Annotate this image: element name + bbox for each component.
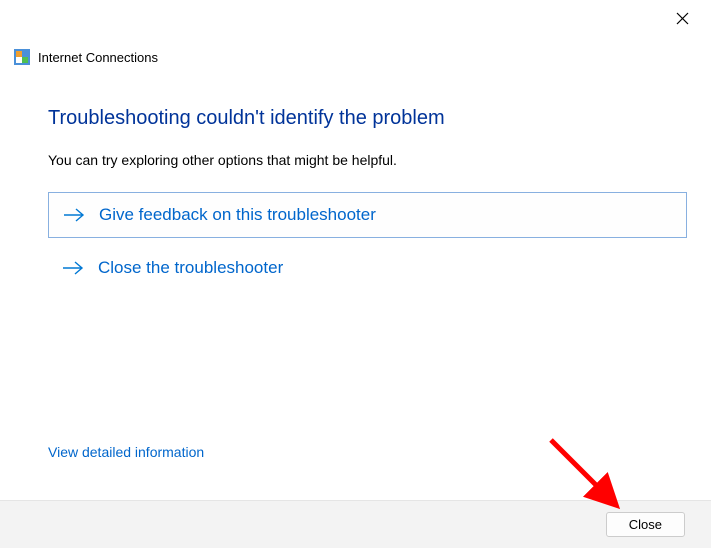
option-label: Close the troubleshooter xyxy=(98,258,283,278)
option-give-feedback[interactable]: Give feedback on this troubleshooter xyxy=(48,192,687,238)
main-heading: Troubleshooting couldn't identify the pr… xyxy=(48,107,687,130)
arrow-right-icon xyxy=(63,207,85,223)
option-close-troubleshooter[interactable]: Close the troubleshooter xyxy=(48,246,687,290)
arrow-right-icon xyxy=(62,260,84,276)
close-button[interactable]: Close xyxy=(606,512,685,537)
dialog-footer: Close xyxy=(0,500,711,548)
dialog-title: Internet Connections xyxy=(38,50,158,65)
view-detailed-information-link[interactable]: View detailed information xyxy=(48,444,204,460)
titlebar xyxy=(667,0,711,36)
close-icon xyxy=(676,12,689,25)
internet-connections-icon xyxy=(14,49,30,65)
content-area: Troubleshooting couldn't identify the pr… xyxy=(48,107,687,298)
window-close-button[interactable] xyxy=(667,3,697,33)
option-label: Give feedback on this troubleshooter xyxy=(99,205,376,225)
subtext: You can try exploring other options that… xyxy=(48,152,687,168)
dialog-header: Internet Connections xyxy=(14,49,158,65)
